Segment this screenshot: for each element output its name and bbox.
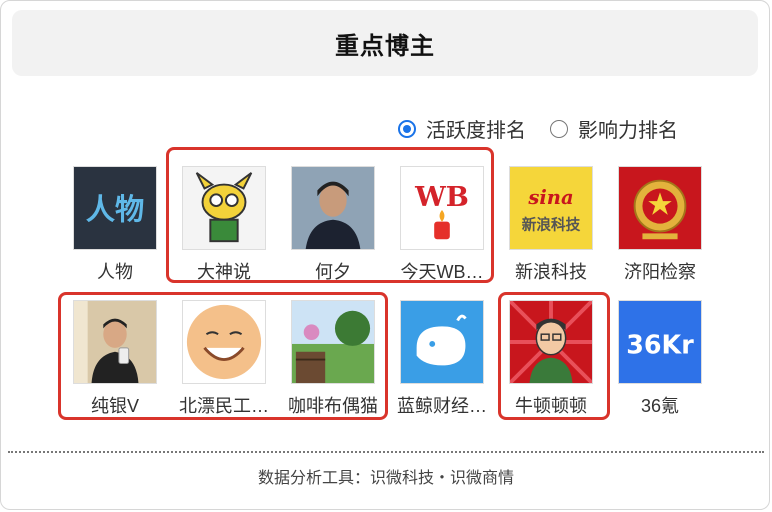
blogger-name: 蓝鲸财经… [397,396,487,416]
blogger-avatar [400,300,484,384]
blue-whale-icon [401,301,483,383]
blogger-avatar: 人物 [73,166,157,250]
radio-checked-icon [398,119,416,138]
divider [8,451,764,453]
radio-influence-rank[interactable]: 影响力排名 [550,114,678,143]
36kr-logo-icon: 36Kr [619,301,701,383]
footer-note: 数据分析工具：识微科技・识微商情 [257,470,514,487]
svg-text:人物: 人物 [86,193,145,227]
blogger-item[interactable]: 人物 人物 [60,166,170,284]
blogger-name: 人物 [97,262,133,282]
svg-text:sina: sina [527,186,573,209]
blogger-avatar [618,166,702,250]
highlight-box [166,147,494,283]
highlight-box [498,292,610,420]
blogger-name: 新浪科技 [515,262,587,282]
radio-label: 影响力排名 [578,120,678,142]
card-header: 重点博主 [12,10,758,76]
procuratorate-emblem-icon [619,167,701,249]
radio-label: 活跃度排名 [426,120,526,142]
ranking-toggle: 活跃度排名 影响力排名 [398,114,678,143]
sina-tech-logo-icon: sina 新浪科技 [510,167,592,249]
svg-text:36Kr: 36Kr [626,330,694,360]
blogger-name: 36氪 [640,396,680,416]
highlight-box [58,292,388,420]
radio-unchecked-icon [550,119,568,138]
page-title: 重点博主 [335,32,435,60]
blogger-item[interactable]: 济阳检察 [605,166,715,284]
blogger-item[interactable]: 36Kr 36氪 [605,300,715,418]
blogger-avatar: 36Kr [618,300,702,384]
blogger-avatar: sina 新浪科技 [509,166,593,250]
blogger-item[interactable]: 蓝鲸财经… [387,300,497,418]
blogger-item[interactable]: sina 新浪科技 新浪科技 [496,166,606,284]
renwu-logo-icon: 人物 [74,167,156,249]
blogger-name: 济阳检察 [624,262,696,282]
svg-text:新浪科技: 新浪科技 [522,215,581,233]
radio-activity-rank[interactable]: 活跃度排名 [398,114,526,143]
